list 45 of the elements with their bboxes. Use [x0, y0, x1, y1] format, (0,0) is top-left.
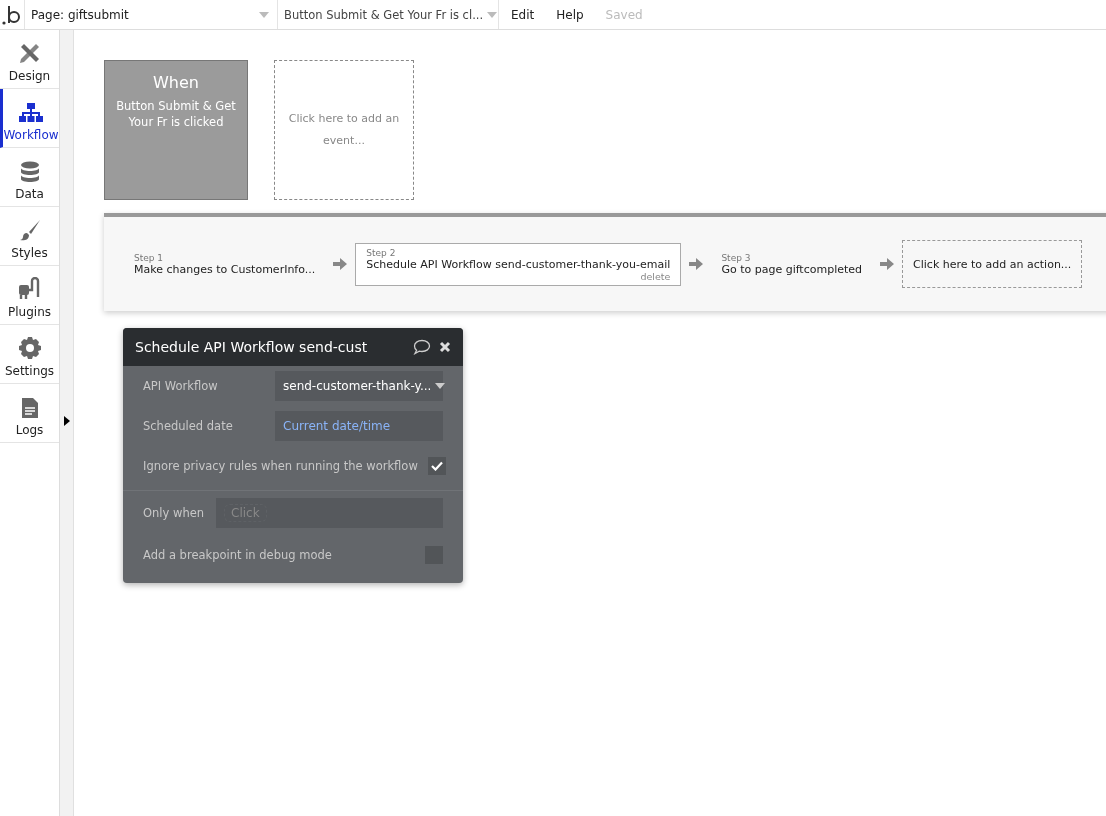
step-number: Step 3 [721, 252, 752, 263]
event-dropdown[interactable]: Button Submit & Get Your Fr is cl... [278, 0, 499, 29]
action-step[interactable]: Step 2 Schedule API Workflow send-customer-thank-you-email delete [355, 242, 682, 286]
step-title: Make changes to CustomerInfo... [134, 262, 316, 276]
event-text: Button Submit & Get Your Fr is clicked [115, 98, 237, 130]
arrow-right-icon [689, 257, 704, 271]
add-event-box[interactable]: Click here to add an event... [274, 60, 414, 200]
checkbox[interactable] [427, 457, 446, 475]
delete-link[interactable]: delete [640, 270, 671, 282]
comment-icon[interactable] [413, 339, 431, 355]
sidebar-item[interactable]: Design [0, 30, 59, 89]
save-status: Saved [605, 7, 643, 22]
gear-icon [17, 336, 42, 360]
action-step[interactable]: Step 3 Go to page giftcompleted [711, 248, 873, 280]
sidebar-item[interactable]: Settings [0, 325, 59, 384]
step-number: Step 2 [366, 247, 397, 258]
menu-item[interactable]: Help [556, 7, 584, 22]
arrow-right-icon [880, 257, 895, 271]
step-title: Go to page giftcompleted [721, 262, 863, 276]
field-label: Scheduled date [143, 419, 233, 433]
step-title: Schedule API Workflow send-customer-thank-you-email [366, 257, 671, 271]
event-heading: When [152, 73, 200, 92]
sidebar-item[interactable]: Styles [0, 207, 59, 266]
pencil-ruler-icon [17, 41, 42, 65]
add-action-box[interactable]: Click here to add an action... [902, 240, 1083, 288]
plug-icon [17, 277, 42, 301]
sidebar-item[interactable]: Logs [0, 384, 59, 443]
document-icon [20, 397, 39, 419]
expand-arrow-icon[interactable] [63, 416, 70, 426]
sitemap-icon [19, 102, 43, 124]
sidebar-item[interactable]: Plugins [0, 266, 59, 325]
sidebar-item[interactable]: Data [0, 148, 59, 207]
workflow-dropdown[interactable]: send-customer-thank-y... [275, 371, 443, 401]
field-label: Add a breakpoint in debug mode [143, 548, 332, 562]
field-label: Only when [143, 506, 205, 520]
field-label: API Workflow [143, 379, 218, 393]
close-icon[interactable] [439, 341, 451, 353]
panel-title: Schedule API Workflow send-cust [135, 339, 369, 355]
menu-item[interactable]: Edit [511, 7, 535, 22]
arrow-right-icon [333, 257, 348, 271]
action-step[interactable]: Step 1 Make changes to CustomerInfo... [124, 248, 326, 280]
database-icon [19, 161, 40, 183]
field-label: Ignore privacy rules when running the workflow [143, 459, 418, 473]
page-dropdown[interactable]: Page: giftsubmit [25, 0, 278, 29]
step-number: Step 1 [134, 252, 165, 263]
